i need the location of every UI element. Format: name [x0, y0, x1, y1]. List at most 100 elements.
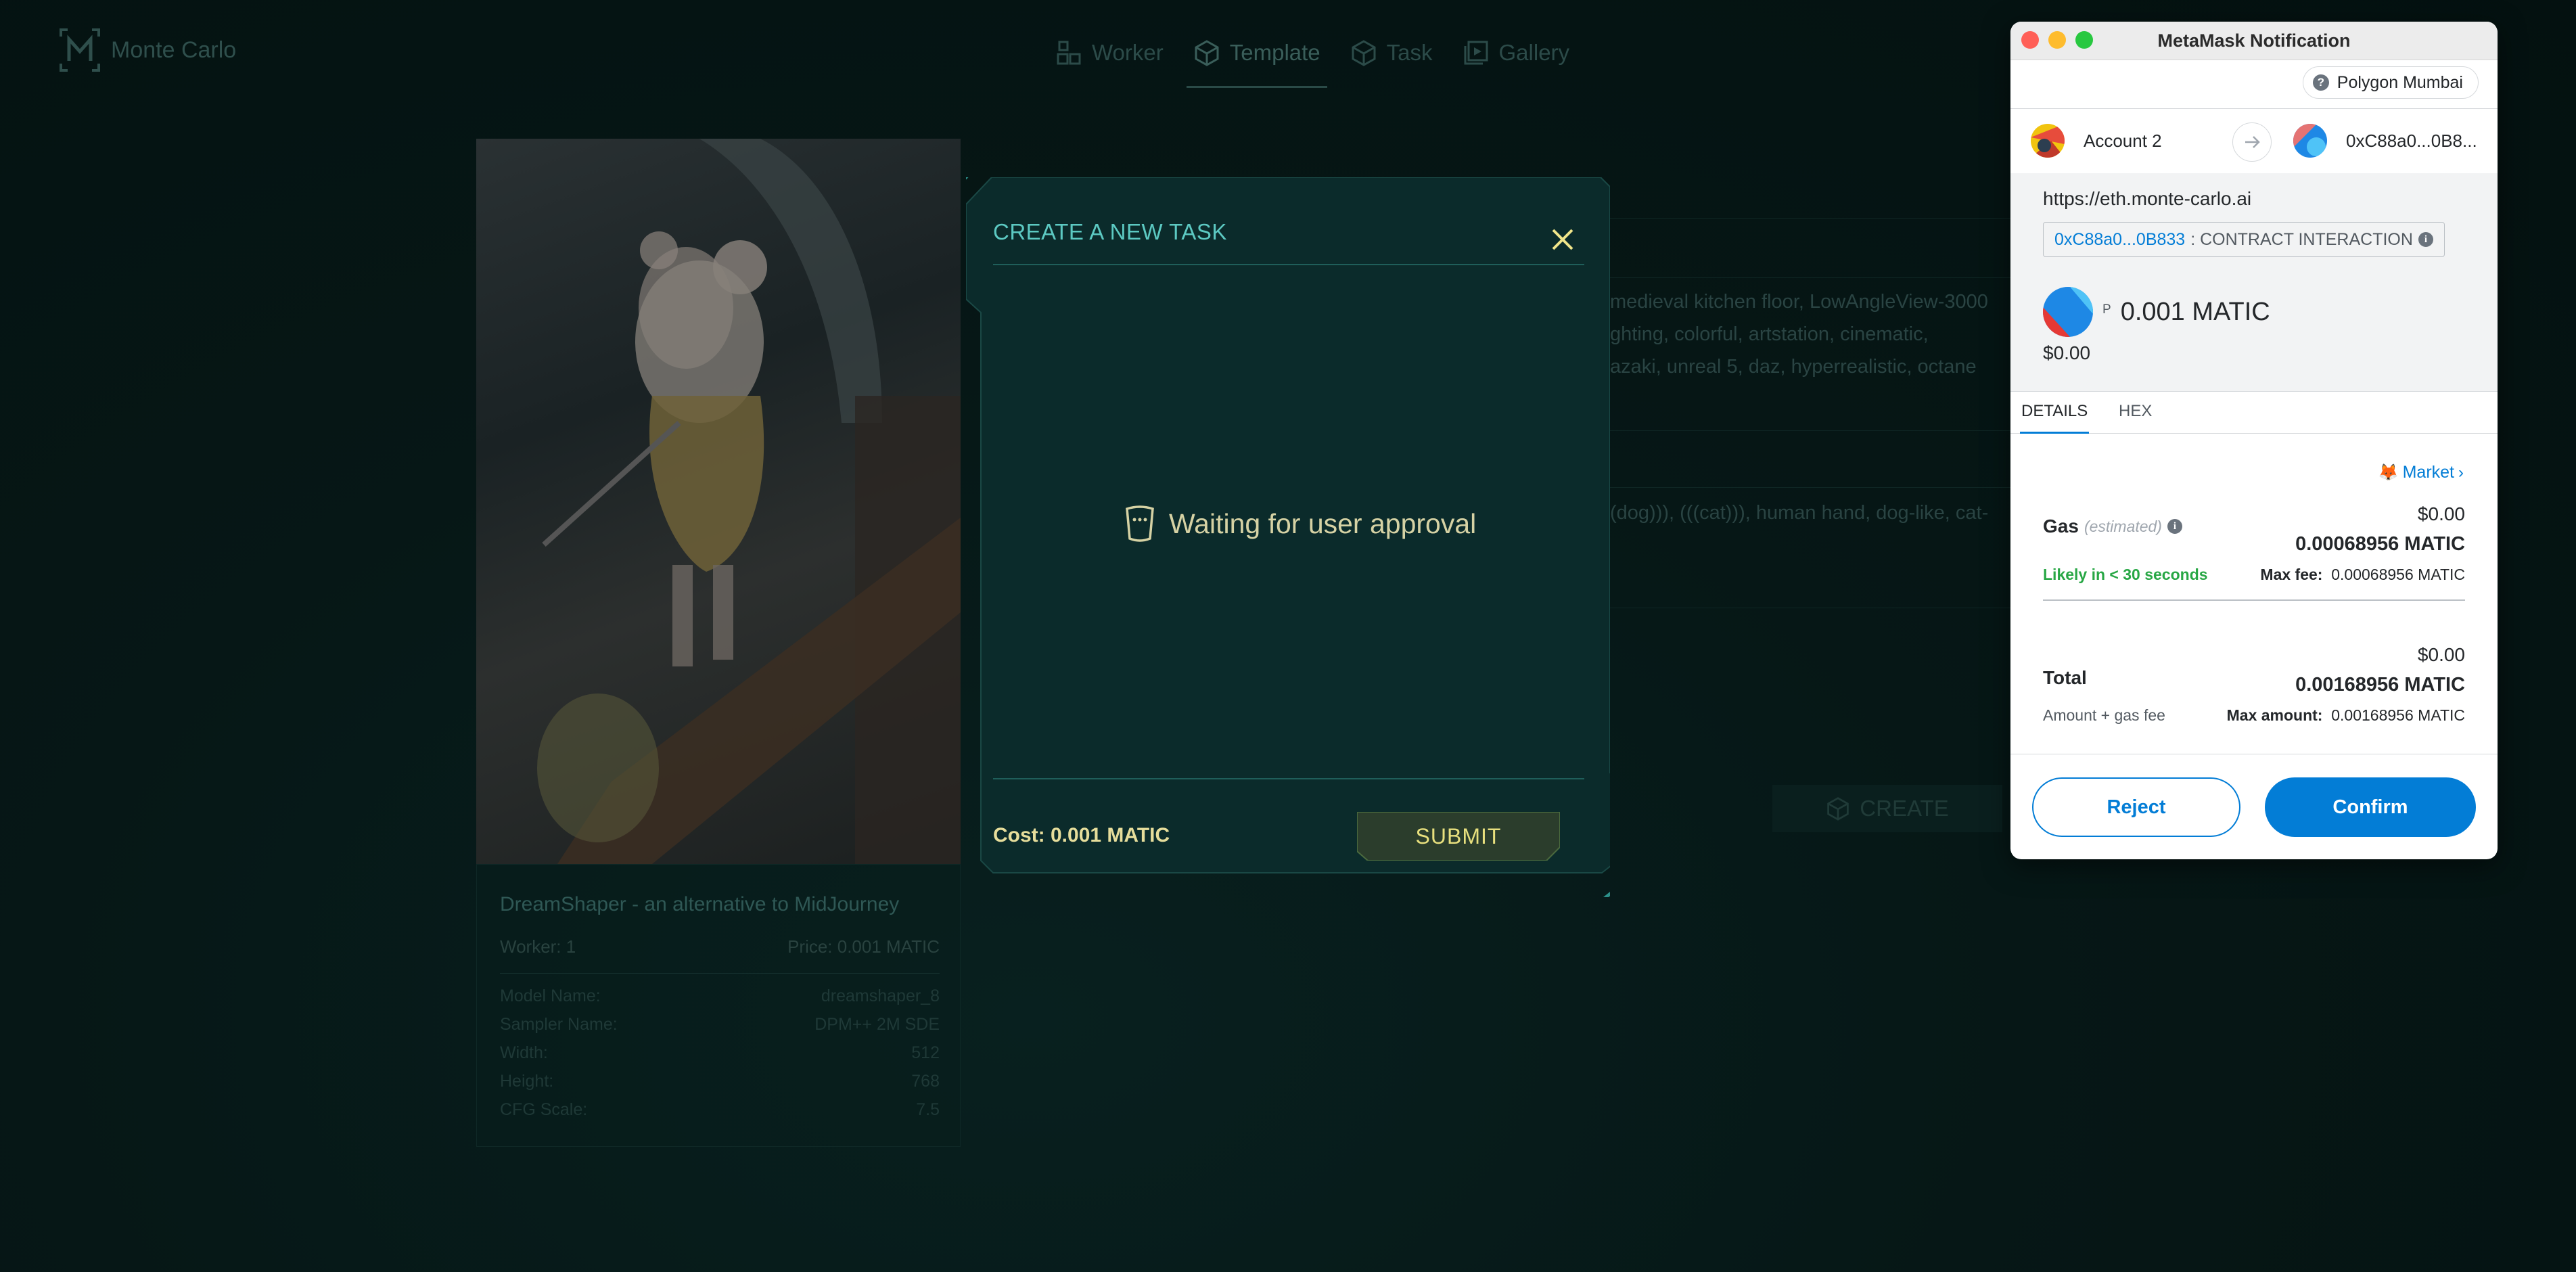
spec-row-model: Model Name: dreamshaper_8	[500, 986, 940, 1006]
template-title: DreamShaper - an alternative to MidJourn…	[500, 893, 900, 915]
info-icon[interactable]: i	[2418, 232, 2433, 247]
gas-estimated-label: (estimated)	[2084, 517, 2162, 535]
mouse-figurine-illustration	[537, 139, 961, 864]
spec-label: Width:	[500, 1043, 548, 1062]
reject-button[interactable]: Reject	[2032, 777, 2240, 837]
account-bar: Account 2 0xC88a0...0B8...	[2010, 108, 2498, 175]
confirm-button[interactable]: Confirm	[2265, 777, 2476, 837]
max-fee-label: Max fee:	[2260, 566, 2323, 583]
chevron-right-icon: ›	[2458, 463, 2464, 482]
max-amount-value: 0.00168956 MATIC	[2331, 706, 2465, 724]
total-sub-label: Amount + gas fee	[2043, 706, 2165, 724]
template-image	[476, 139, 961, 864]
contract-address[interactable]: 0xC88a0...0B833	[2054, 230, 2185, 250]
divider	[500, 973, 940, 974]
total-section: Total $0.00 0.00168956 MATIC Amount + ga…	[2043, 644, 2465, 746]
spec-value: 7.5	[916, 1100, 940, 1119]
gas-fee-section: Gas (estimated) i $0.00 0.00068956 MATIC…	[2043, 495, 2465, 590]
divider	[2043, 599, 2465, 601]
spec-value: DPM++ 2M SDE	[814, 1015, 940, 1034]
arrow-right-icon	[2232, 122, 2272, 162]
template-info: DreamShaper - an alternative to MidJourn…	[476, 864, 961, 1147]
nav-worker[interactable]: Worker	[1049, 34, 1170, 72]
window-titlebar: MetaMask Notification	[2010, 22, 2498, 60]
spec-value: 768	[911, 1072, 940, 1091]
to-contract[interactable]: 0xC88a0...0B8...	[2293, 124, 2477, 158]
negative-prompt-text: (dog))), (((cat))), human hand, dog-like…	[1610, 502, 1989, 524]
gallery-icon	[1464, 41, 1488, 65]
template-card[interactable]: DreamShaper - an alternative to MidJourn…	[476, 139, 961, 1147]
logo-text: Monte Carlo	[111, 37, 237, 63]
metamask-window: MetaMask Notification ? Polygon Mumbai A…	[2010, 22, 2498, 859]
to-contract-address: 0xC88a0...0B8...	[2346, 130, 2477, 151]
waiting-status: Waiting for user approval	[1123, 505, 1476, 543]
tab-hex[interactable]: HEX	[2119, 391, 2152, 432]
monte-carlo-logo-icon	[60, 28, 100, 72]
contract-type: : CONTRACT INTERACTION	[2190, 229, 2413, 249]
spec-label: Sampler Name:	[500, 1015, 618, 1034]
create-task-modal: CREATE A NEW TASK Waiting for user appro…	[966, 177, 1610, 897]
submit-button[interactable]: SUBMIT	[1356, 811, 1561, 861]
nav-template-label: Template	[1229, 40, 1320, 65]
main-nav: Worker Template Task Gallery	[1049, 34, 1592, 88]
market-label: Market	[2402, 463, 2454, 482]
gas-label: Gas	[2043, 516, 2079, 537]
info-icon[interactable]: i	[2167, 519, 2182, 534]
window-title: MetaMask Notification	[2157, 30, 2351, 51]
tab-details[interactable]: DETAILS	[2020, 391, 2090, 434]
token-avatar	[2043, 287, 2093, 337]
prompt-text-line: medieval kitchen floor, LowAngleView-300…	[1610, 291, 1988, 313]
logo[interactable]: Monte Carlo	[58, 27, 236, 73]
divider	[1610, 487, 2016, 488]
spec-label: Model Name:	[500, 986, 601, 1005]
close-icon[interactable]	[1549, 226, 1576, 253]
network-selector[interactable]: ? Polygon Mumbai	[2302, 66, 2479, 99]
spec-row-cfg: CFG Scale: 7.5	[500, 1100, 940, 1120]
cube-icon	[1195, 40, 1219, 66]
nav-task-label: Task	[1386, 40, 1433, 65]
divider	[1610, 218, 2016, 219]
prompt-text-line: azaki, unreal 5, daz, hyperrealistic, oc…	[1610, 356, 1977, 378]
wallet-pending-icon	[1126, 505, 1154, 542]
divider	[993, 264, 1584, 265]
market-link[interactable]: 🦊 Market ›	[2378, 463, 2464, 482]
divider	[1610, 430, 2016, 431]
gas-usd: $0.00	[2417, 503, 2465, 524]
gas-value: 0.00068956 MATIC	[2295, 533, 2465, 555]
from-account-name: Account 2	[2084, 130, 2162, 151]
spec-value: 512	[911, 1043, 940, 1062]
from-account[interactable]: Account 2	[2031, 124, 2162, 158]
template-price: Price: 0.001 MATIC	[787, 936, 940, 957]
contract-interaction-pill[interactable]: 0xC88a0...0B833 : CONTRACT INTERACTION i	[2043, 222, 2445, 257]
token-amount-row: P 0.001 MATIC	[2043, 287, 2270, 337]
nav-gallery-label: Gallery	[1498, 40, 1570, 65]
cube-icon	[1352, 40, 1376, 66]
max-amount: Max amount: 0.00168956 MATIC	[2227, 706, 2465, 725]
token-amount: 0.001 MATIC	[2120, 297, 2270, 326]
nav-task[interactable]: Task	[1343, 34, 1440, 72]
transaction-summary: https://eth.monte-carlo.ai 0xC88a0...0B8…	[2010, 173, 2498, 392]
worker-count: Worker: 1	[500, 936, 576, 957]
question-icon: ?	[2312, 74, 2329, 91]
cube-icon	[1827, 797, 1849, 821]
nav-gallery[interactable]: Gallery	[1456, 34, 1577, 72]
gas-eta: Likely in < 30 seconds	[2043, 566, 2208, 583]
max-fee: Max fee: 0.00068956 MATIC	[2260, 566, 2465, 584]
total-label: Total	[2043, 667, 2087, 688]
nav-template[interactable]: Template	[1186, 34, 1327, 88]
task-cost: Cost: 0.001 MATIC	[993, 824, 1170, 846]
max-fee-value: 0.00068956 MATIC	[2331, 566, 2465, 583]
spec-row-width: Width: 512	[500, 1043, 940, 1063]
submit-label: SUBMIT	[1415, 823, 1502, 848]
spec-row-height: Height: 768	[500, 1072, 940, 1091]
fox-icon: 🦊	[2378, 463, 2399, 482]
total-usd: $0.00	[2417, 644, 2465, 665]
create-label: CREATE	[1860, 796, 1949, 821]
spec-label: CFG Scale:	[500, 1100, 588, 1119]
total-value: 0.00168956 MATIC	[2295, 674, 2465, 696]
account-avatar	[2031, 124, 2065, 158]
create-button[interactable]: CREATE	[1772, 785, 2002, 832]
detail-tabs: DETAILS HEX	[2010, 391, 2498, 434]
spec-value: dreamshaper_8	[821, 986, 940, 1005]
prompt-text-line: ghting, colorful, artstation, cinematic,	[1610, 323, 1929, 345]
